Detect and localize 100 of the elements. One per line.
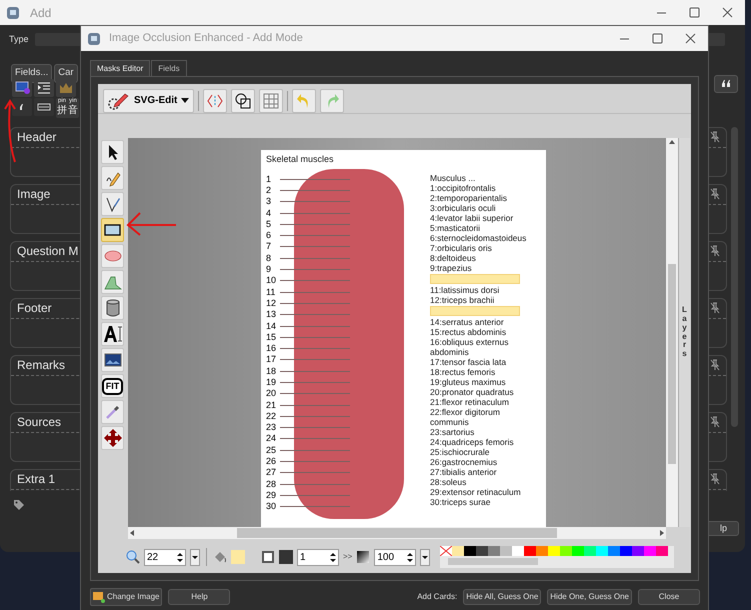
wireframe-button[interactable]: [231, 88, 256, 112]
muscle-label: 16:obliquus externus: [430, 336, 510, 346]
muscle-label: 28:soleus: [430, 476, 468, 486]
color-swatch[interactable]: [572, 546, 584, 556]
svg-edit-menu-button[interactable]: SVG-Edit: [103, 88, 194, 112]
caret-icon: [181, 98, 190, 103]
scroll-right-icon[interactable]: [660, 530, 664, 536]
tool-button[interactable]: [101, 192, 124, 216]
figure-number: 7: [266, 242, 272, 252]
pin-icon[interactable]: [710, 131, 720, 143]
muscle-label: communis: [430, 416, 469, 426]
muscle-label: 17:tensor fascia lata: [430, 356, 508, 366]
image-title: Skeletal muscles: [266, 153, 335, 166]
spinner-icon[interactable]: [407, 552, 414, 562]
color-swatch[interactable]: [488, 546, 500, 556]
quote-button[interactable]: [714, 74, 738, 92]
pin-icon[interactable]: [710, 245, 720, 257]
opacity-dropdown[interactable]: [420, 548, 430, 566]
scroll-up-icon[interactable]: [669, 140, 675, 144]
pin-icon[interactable]: [710, 188, 720, 200]
vertical-scrollbar[interactable]: [666, 138, 678, 527]
muscle-label: 12:triceps brachii: [430, 294, 496, 304]
close-icon[interactable]: [685, 33, 696, 44]
color-swatch[interactable]: [596, 546, 608, 556]
color-swatch[interactable]: [500, 546, 512, 556]
caret-icon: [422, 556, 428, 558]
color-swatch[interactable]: [560, 546, 572, 556]
scroll-left-icon[interactable]: [130, 530, 134, 536]
indent-button[interactable]: [34, 78, 54, 96]
color-swatch[interactable]: [584, 546, 596, 556]
color-swatch[interactable]: [524, 546, 536, 556]
fill-color-swatch[interactable]: [231, 550, 245, 564]
tool-button[interactable]: [101, 348, 124, 372]
maximize-icon[interactable]: [689, 7, 700, 18]
spinner-icon[interactable]: [330, 552, 336, 562]
color-swatch[interactable]: [644, 546, 656, 556]
maximize-icon[interactable]: [652, 33, 663, 44]
color-swatch[interactable]: [548, 546, 560, 556]
pin-icon[interactable]: [710, 416, 720, 428]
muscle-label: 26:gastrocnemius: [430, 456, 498, 466]
source-button[interactable]: [203, 88, 228, 112]
color-swatch[interactable]: [536, 546, 548, 556]
tool-button[interactable]: [101, 426, 124, 450]
add-cards-button[interactable]: Hide All, Guess One: [463, 589, 542, 605]
color-swatch[interactable]: [656, 546, 668, 556]
change-image-button[interactable]: Change Image: [90, 588, 162, 606]
figure-number: 11: [266, 288, 276, 297]
layers-tab[interactable]: Layers: [678, 138, 690, 527]
stroke-color-swatch[interactable]: [279, 550, 293, 564]
tool-button[interactable]: [101, 140, 124, 164]
tab[interactable]: Masks Editor: [90, 60, 150, 76]
zoom-field[interactable]: 22: [144, 548, 186, 566]
stroke-width-field[interactable]: 1: [297, 548, 339, 566]
tag-icon[interactable]: [13, 498, 25, 510]
help-button[interactable]: Help: [168, 589, 230, 605]
annotation-arrow: [2, 98, 18, 164]
close-icon[interactable]: [722, 7, 733, 18]
grid-icon: [263, 92, 280, 108]
leader-line: [280, 427, 350, 428]
color-swatch[interactable]: [620, 546, 632, 556]
tool-button[interactable]: [101, 218, 124, 242]
figure-number: 24: [266, 434, 278, 444]
ellipse-icon: [104, 249, 122, 263]
color-swatch[interactable]: [464, 546, 476, 556]
leader-line: [280, 484, 350, 485]
tool-button[interactable]: [101, 296, 124, 320]
pin-icon[interactable]: [710, 473, 720, 485]
no-color-swatch[interactable]: [440, 546, 452, 556]
opacity-field[interactable]: 100: [374, 548, 416, 566]
image-occlusion-button[interactable]: [12, 78, 32, 96]
color-swatch[interactable]: [608, 546, 620, 556]
figure-number: 28: [266, 480, 278, 489]
horizontal-scrollbar[interactable]: [128, 527, 666, 539]
window-title: Image Occlusion Enhanced - Add Mode: [109, 31, 303, 46]
muscle-label: 29:extensor retinaculum: [430, 486, 522, 496]
tool-button[interactable]: FIT: [101, 374, 124, 398]
leader-line: [280, 438, 350, 440]
leader-line: [280, 404, 350, 406]
add-cards-button[interactable]: Hide One, Guess One: [547, 589, 632, 605]
figure-number: 22: [266, 412, 278, 421]
color-swatch[interactable]: [632, 546, 644, 556]
scrollbar[interactable]: [731, 126, 738, 426]
tool-button[interactable]: [101, 322, 124, 346]
muscle-label: 8:deltoideus: [430, 252, 477, 262]
stroke-style-toggle[interactable]: >>: [343, 551, 352, 563]
color-swatch[interactable]: [476, 546, 488, 556]
pin-icon[interactable]: [710, 359, 720, 371]
pin-icon[interactable]: [710, 302, 720, 314]
muscle-label: 9:trapezius: [430, 262, 473, 272]
zoom-dropdown[interactable]: [190, 548, 200, 566]
color-swatch[interactable]: [512, 546, 524, 556]
figure-number: 25: [266, 446, 278, 455]
quote-mark-button[interactable]: [12, 98, 32, 116]
tab[interactable]: Fields: [151, 60, 187, 76]
figure-number: 2: [266, 186, 272, 195]
close-button[interactable]: Close: [638, 589, 700, 605]
keyboard-button[interactable]: [34, 98, 54, 116]
spinner-icon[interactable]: [177, 552, 183, 562]
color-swatch[interactable]: [452, 546, 464, 556]
muscle-label: 11:latissimus dorsi: [430, 284, 500, 294]
